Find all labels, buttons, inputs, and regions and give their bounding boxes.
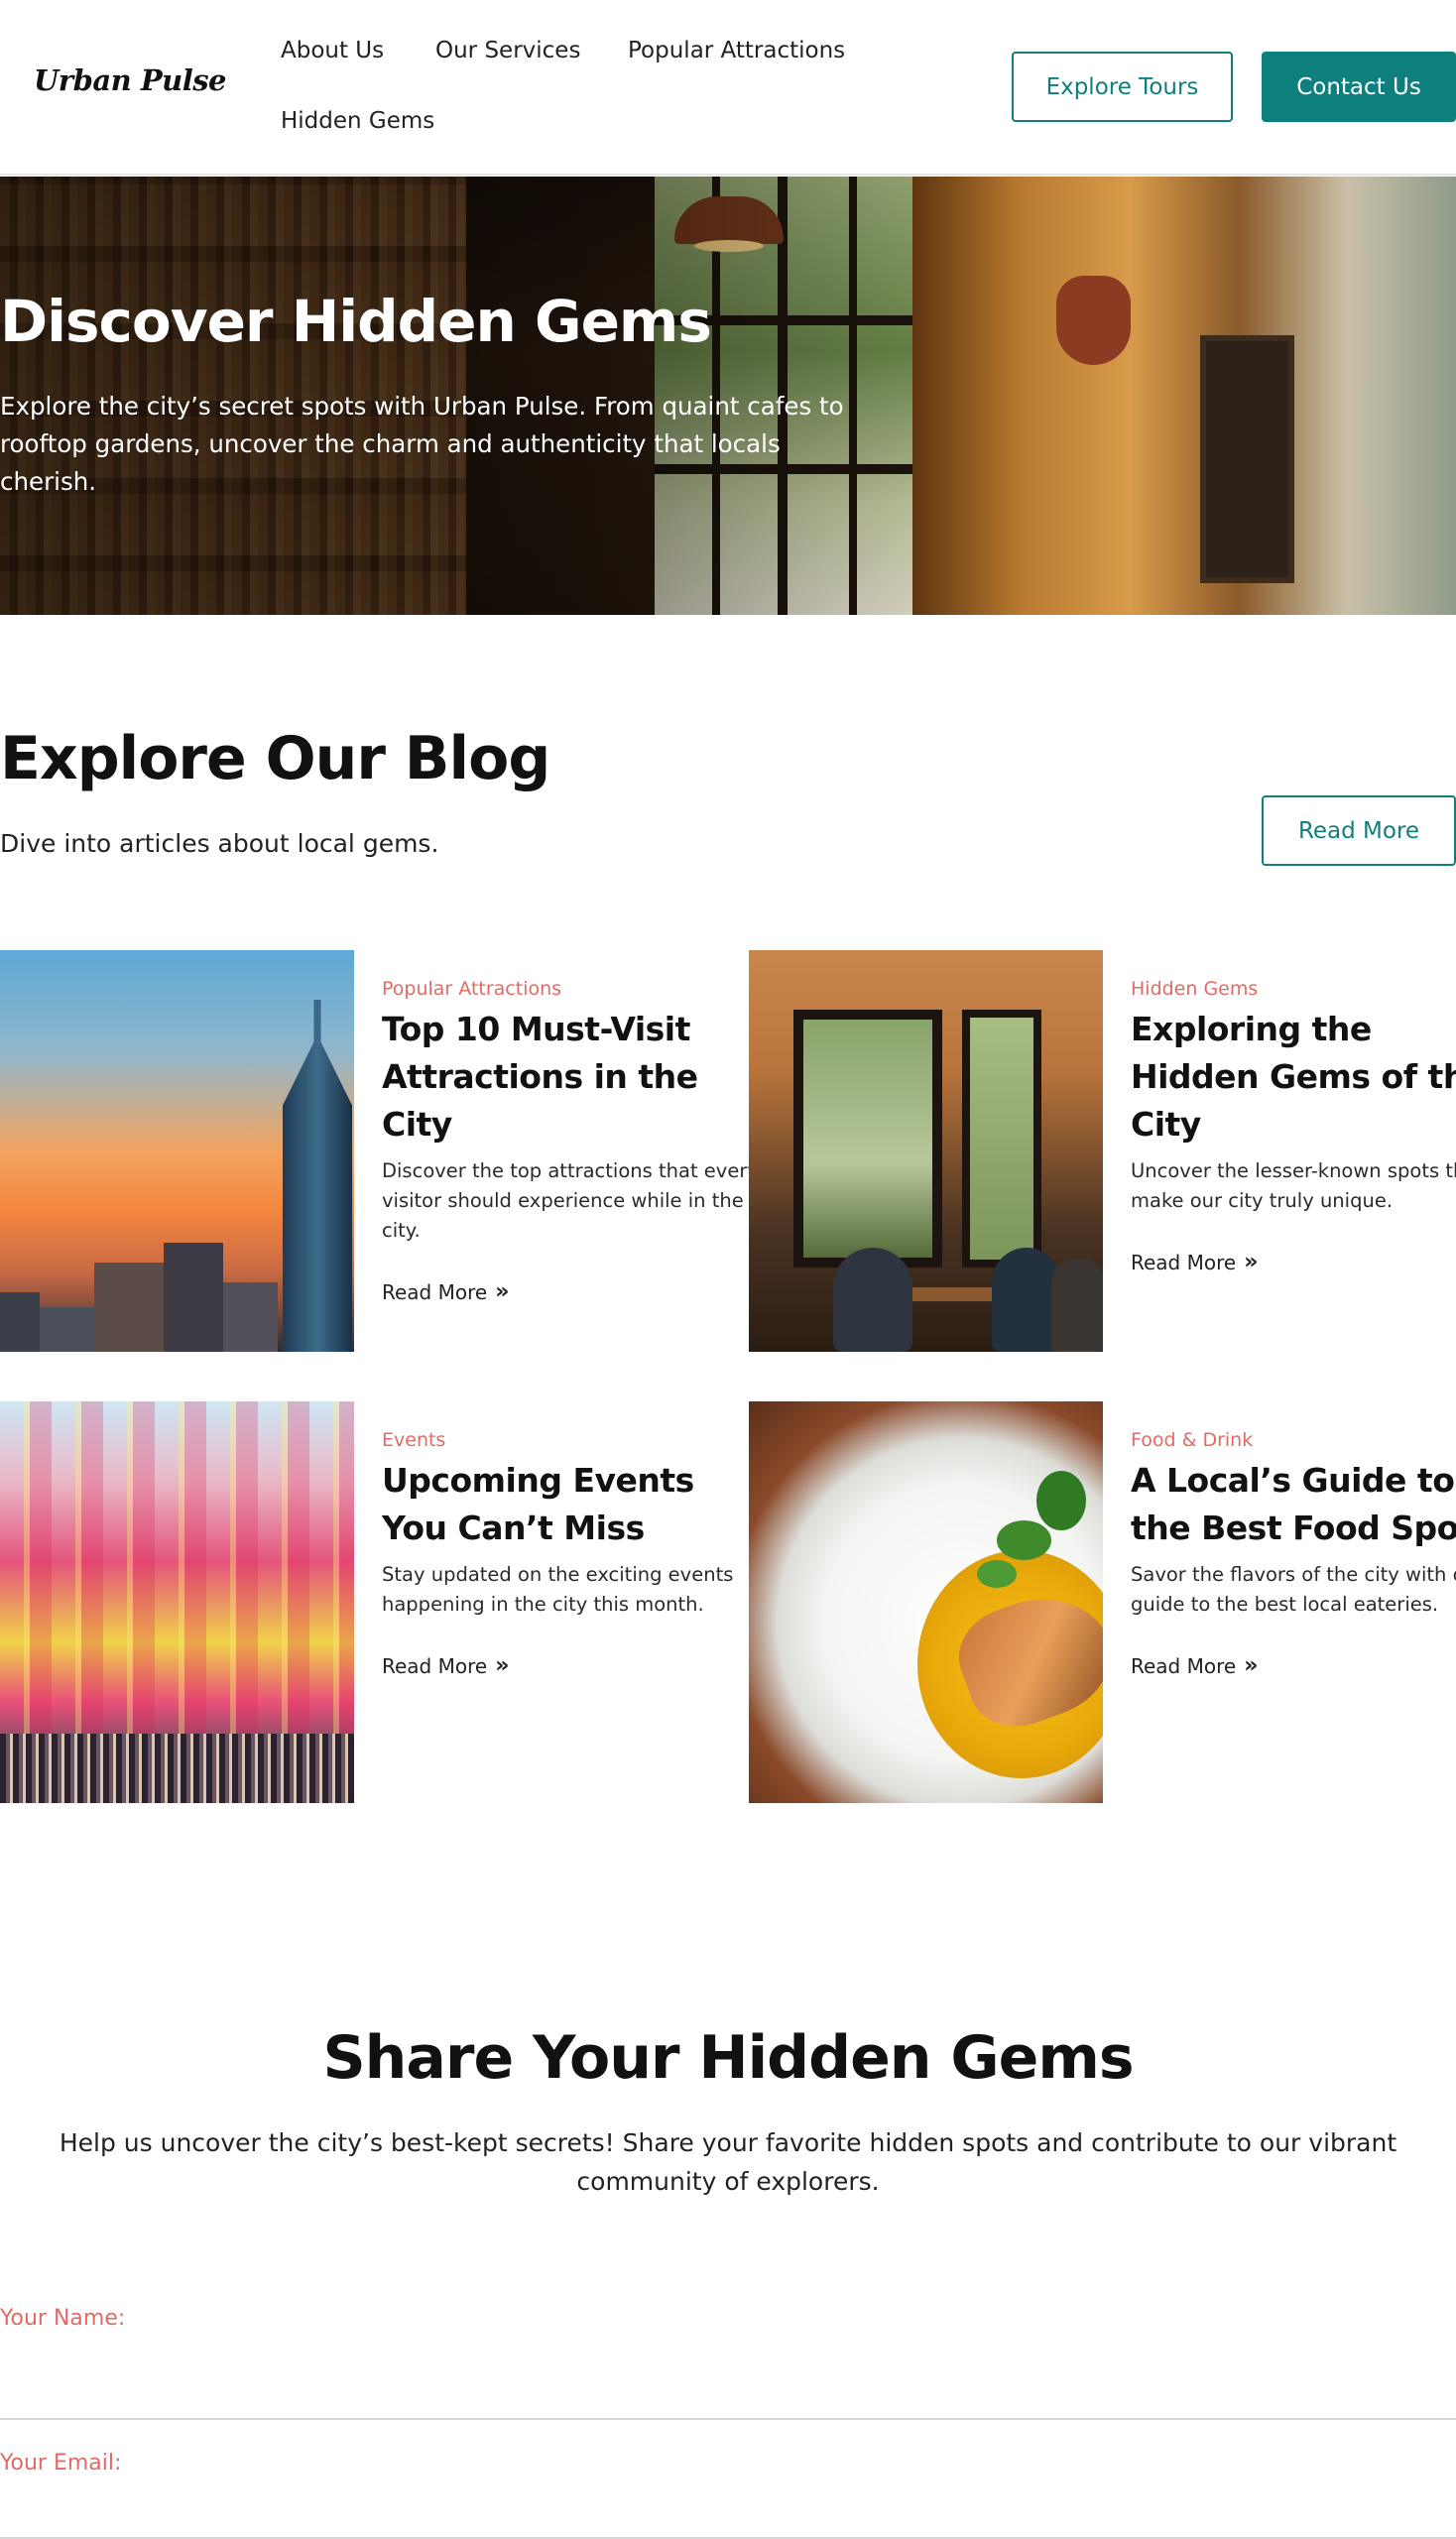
card-description: Stay updated on the exciting events happ…: [382, 1563, 734, 1616]
blog-read-more-button[interactable]: Read More: [1262, 795, 1456, 866]
building: [0, 1292, 40, 1352]
card-title[interactable]: Top 10 Must-Visit Attractions in the Cit…: [382, 1006, 759, 1149]
card-read-more-link[interactable]: Read More »: [1131, 1250, 1258, 1274]
name-field-label: Your Name:: [0, 2306, 126, 2331]
card-body: Food & Drink A Local’s Guide to the Best…: [1131, 1401, 1456, 1678]
card-body: Popular Attractions Top 10 Must-Visit At…: [382, 950, 759, 1304]
card-title[interactable]: A Local’s Guide to the Best Food Spots: [1131, 1457, 1456, 1552]
blog-title: Explore Our Blog: [0, 724, 550, 793]
building: [164, 1243, 223, 1352]
card-image-cafe[interactable]: [749, 950, 1103, 1352]
hero-title: Discover Hidden Gems: [0, 288, 712, 355]
contact-us-button[interactable]: Contact Us: [1262, 52, 1456, 122]
double-chevron-right-icon: »: [1244, 1250, 1259, 1274]
card-body: Events Upcoming Events You Can’t Miss St…: [382, 1401, 759, 1678]
blog-subtitle: Dive into articles about local gems.: [0, 829, 439, 858]
card-category[interactable]: Events: [382, 1429, 759, 1451]
card-title[interactable]: Upcoming Events You Can’t Miss: [382, 1457, 759, 1552]
double-chevron-right-icon: »: [1244, 1653, 1259, 1678]
share-description: Help us uncover the city’s best-kept sec…: [59, 2128, 1397, 2196]
explore-tours-button[interactable]: Explore Tours: [1012, 52, 1233, 122]
building: [40, 1307, 94, 1352]
double-chevron-right-icon: »: [495, 1653, 510, 1678]
card-image-food-plate[interactable]: [749, 1401, 1103, 1803]
cafe-window: [793, 1010, 942, 1268]
herb-garnish: [1036, 1471, 1086, 1530]
card-read-more-link[interactable]: Read More »: [1131, 1653, 1258, 1678]
card-description: Discover the top attractions that every …: [382, 1159, 759, 1242]
card-description: Savor the flavors of the city with our g…: [1131, 1563, 1456, 1616]
card-category[interactable]: Popular Attractions: [382, 978, 759, 1000]
card-description: Uncover the lesser-known spots that make…: [1131, 1159, 1456, 1212]
card-image-festival[interactable]: [0, 1401, 354, 1803]
card-body: Hidden Gems Exploring the Hidden Gems of…: [1131, 950, 1456, 1274]
skyscraper: [283, 1000, 352, 1352]
cafe-window: [962, 1010, 1041, 1268]
card-read-more-link[interactable]: Read More »: [382, 1279, 509, 1304]
email-field-label: Your Email:: [0, 2451, 122, 2476]
building: [223, 1282, 278, 1352]
herb-garnish: [997, 1520, 1051, 1560]
read-more-label: Read More: [1131, 1653, 1237, 1678]
card-image-city-skyline[interactable]: [0, 950, 354, 1352]
festival-crowd: [0, 1734, 354, 1803]
card-read-more-link[interactable]: Read More »: [382, 1653, 509, 1678]
card-category[interactable]: Food & Drink: [1131, 1429, 1456, 1451]
card-category[interactable]: Hidden Gems: [1131, 978, 1456, 1000]
nav-item-hidden-gems[interactable]: Hidden Gems: [281, 108, 434, 134]
read-more-label: Read More: [1131, 1250, 1237, 1274]
share-title: Share Your Hidden Gems: [322, 2023, 1134, 2093]
name-input[interactable]: [0, 2366, 1456, 2420]
hero-description: Explore the city’s secret spots with Urb…: [0, 392, 844, 496]
person: [833, 1248, 912, 1352]
person: [1051, 1258, 1103, 1352]
double-chevron-right-icon: »: [495, 1279, 510, 1304]
building: [94, 1263, 164, 1352]
card-title[interactable]: Exploring the Hidden Gems of the City: [1131, 1006, 1456, 1149]
site-header: Urban Pulse About Us Our Services Popula…: [0, 0, 1456, 176]
herb-garnish: [977, 1560, 1017, 1588]
read-more-label: Read More: [382, 1279, 488, 1304]
nav-item-about[interactable]: About Us: [281, 38, 384, 63]
read-more-label: Read More: [382, 1653, 488, 1678]
nav-item-popular-attractions[interactable]: Popular Attractions: [628, 38, 845, 63]
logo[interactable]: Urban Pulse: [34, 63, 227, 97]
nav-item-services[interactable]: Our Services: [435, 38, 580, 63]
email-input[interactable]: [0, 2485, 1456, 2539]
